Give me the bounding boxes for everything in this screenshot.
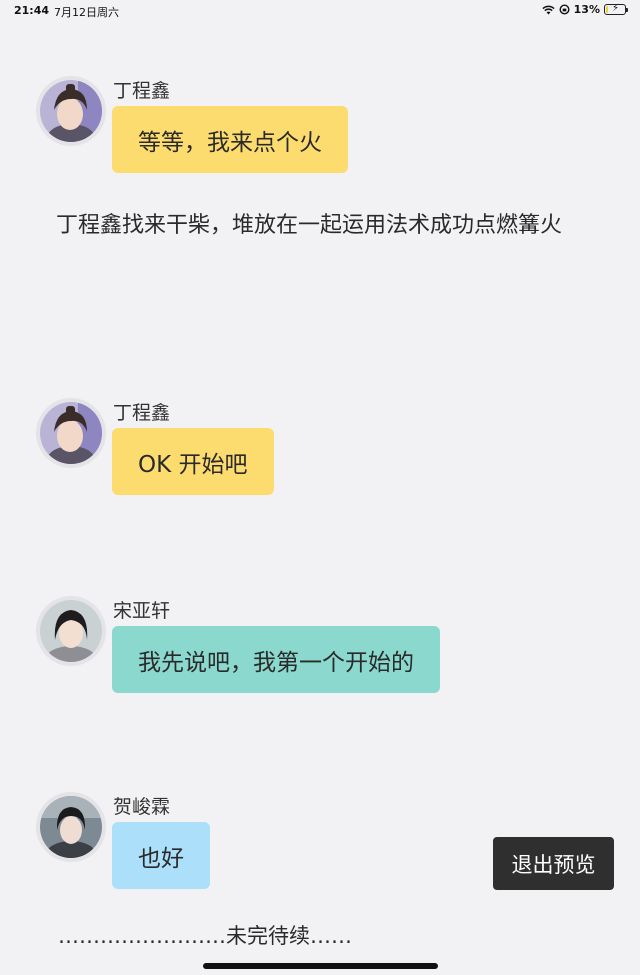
wifi-icon bbox=[542, 5, 555, 14]
orientation-lock-icon bbox=[559, 4, 570, 15]
battery-percent: 13% bbox=[573, 3, 600, 16]
message-bubble[interactable]: OK 开始吧 bbox=[112, 428, 274, 495]
battery-icon: ⚡ bbox=[604, 3, 628, 15]
message-bubble[interactable]: 等等，我来点个火 bbox=[112, 106, 348, 173]
avatar[interactable] bbox=[36, 398, 106, 468]
avatar[interactable] bbox=[36, 596, 106, 666]
battery-fill bbox=[606, 6, 608, 13]
charging-bolt-icon: ⚡ bbox=[612, 3, 620, 14]
chat-preview-page: 21:44 7月12日周六 13% ⚡ 丁程鑫 等等，我来点个火 丁程鑫找来干柴… bbox=[0, 0, 640, 975]
exit-preview-button[interactable]: 退出预览 bbox=[493, 837, 614, 890]
sender-name: 丁程鑫 bbox=[113, 80, 171, 102]
status-right-group: 13% ⚡ bbox=[542, 3, 628, 16]
narration-text: 丁程鑫找来干柴，堆放在一起运用法术成功点燃篝火 bbox=[56, 213, 563, 238]
to-be-continued-text: ……………………未完待续…… bbox=[58, 924, 352, 948]
message-bubble[interactable]: 也好 bbox=[112, 822, 210, 889]
sender-name: 贺峻霖 bbox=[113, 796, 171, 818]
home-indicator[interactable] bbox=[203, 963, 438, 969]
avatar[interactable] bbox=[36, 792, 106, 862]
status-time: 21:44 bbox=[14, 4, 50, 17]
status-bar: 21:44 7月12日周六 13% ⚡ bbox=[0, 0, 640, 22]
status-date: 7月12日周六 bbox=[54, 6, 119, 19]
avatar[interactable] bbox=[36, 76, 106, 146]
sender-name: 丁程鑫 bbox=[113, 402, 171, 424]
avatar-portrait-icon bbox=[40, 80, 102, 142]
sender-name: 宋亚轩 bbox=[113, 600, 171, 622]
avatar-portrait-icon bbox=[40, 402, 102, 464]
message-bubble[interactable]: 我先说吧，我第一个开始的 bbox=[112, 626, 440, 693]
avatar-portrait-icon bbox=[40, 796, 102, 858]
avatar-portrait-icon bbox=[40, 600, 102, 662]
